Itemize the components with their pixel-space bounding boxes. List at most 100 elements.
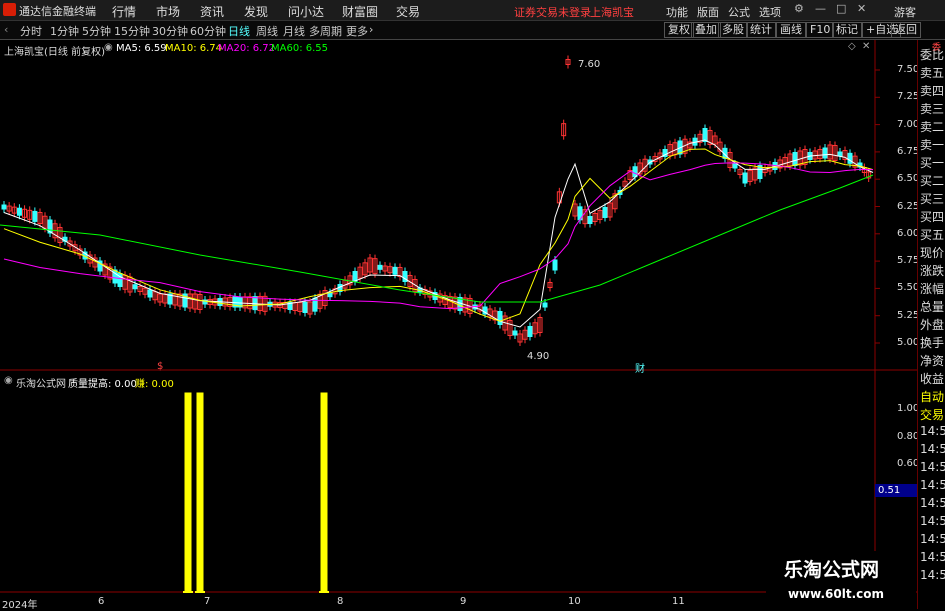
- x-label-11: 11: [672, 596, 685, 607]
- period-tab-timeshare[interactable]: 分时: [20, 23, 42, 39]
- side-item: 买一: [920, 156, 945, 170]
- side-item: 14:56: [920, 460, 945, 474]
- side-item: 买三: [920, 192, 945, 206]
- period-toolbar: ‹ 分时 1分钟 5分钟 15分钟 30分钟 60分钟 日线 周线 月线 多周期…: [0, 21, 945, 40]
- y-tick-label: 7.25: [897, 91, 920, 103]
- candle-body: [602, 207, 608, 218]
- login-status[interactable]: 证券交易未登录: [514, 4, 591, 20]
- period-tab-daily[interactable]: 日线: [228, 23, 250, 39]
- candle-body: [512, 330, 518, 336]
- watermark-title: 乐淘公式网: [784, 559, 880, 581]
- candle-body: [552, 259, 558, 271]
- x-label-6: 6: [98, 596, 105, 607]
- side-item: 委比: [920, 48, 945, 62]
- candle-body: [147, 289, 153, 298]
- side-item: 卖四: [920, 84, 945, 98]
- y-tick-label: 5.50: [897, 282, 920, 294]
- high-price-label: 7.60: [578, 59, 601, 70]
- side-item: 净资: [920, 354, 945, 368]
- overlay-button[interactable]: 叠加: [691, 22, 721, 38]
- menu-news[interactable]: 资讯: [200, 3, 224, 20]
- settings-icon[interactable]: ⚙: [794, 2, 804, 15]
- menu-layout[interactable]: 版面: [697, 4, 719, 20]
- menu-options[interactable]: 选项: [759, 4, 781, 20]
- candle-body: [302, 302, 308, 313]
- period-tab-multi[interactable]: 多周期: [309, 23, 342, 39]
- kline-chart[interactable]: [0, 40, 917, 609]
- quote-side-panel: 委 1000 委比卖五卖四卖三卖二卖一买一买二买三买四买五现价涨跌涨幅总量外盘换…: [917, 40, 945, 609]
- period-tab-more[interactable]: 更多: [346, 23, 368, 39]
- current-value-badge: 0.51: [875, 484, 920, 497]
- adjust-button[interactable]: 复权: [664, 22, 694, 38]
- draw-line-button[interactable]: 画线: [776, 22, 806, 38]
- y-tick-label: 7.50: [897, 64, 920, 75]
- event-marker-finance[interactable]: 财: [635, 360, 645, 375]
- period-tab-weekly[interactable]: 周线: [256, 23, 278, 39]
- y-tick-label: 7.00: [897, 118, 920, 130]
- signal-bar: [184, 392, 192, 593]
- menu-market[interactable]: 市场: [156, 3, 180, 20]
- y-tick-label: 6.25: [897, 200, 920, 212]
- candle-body: [587, 216, 593, 224]
- menu-bar: 通达信金融终端 行情 市场 资讯 发现 问小达 财富圈 交易 证券交易未登录 上…: [0, 0, 945, 21]
- menu-trade[interactable]: 交易: [396, 3, 420, 20]
- user-label[interactable]: 游客: [894, 4, 916, 20]
- low-price-label: 4.90: [527, 351, 550, 362]
- back-button[interactable]: 返回: [891, 22, 921, 38]
- event-marker-dollar[interactable]: $: [157, 361, 163, 372]
- chevron-right-icon[interactable]: ›: [369, 23, 373, 36]
- x-label-8: 8: [337, 596, 344, 607]
- menu-ask[interactable]: 问小达: [288, 3, 324, 20]
- period-tab-1min[interactable]: 1分钟: [50, 23, 79, 39]
- candle-body: [377, 264, 383, 270]
- menu-quotes[interactable]: 行情: [112, 3, 136, 20]
- close-icon[interactable]: ✕: [857, 2, 866, 15]
- side-item: 换手: [920, 336, 945, 350]
- watermark: 乐淘公式网 www.60lt.com: [766, 551, 916, 609]
- x-label-9: 9: [460, 596, 467, 607]
- side-item: 涨幅: [920, 282, 945, 296]
- candle-body: [527, 326, 533, 337]
- side-item[interactable]: 交易: [920, 406, 944, 423]
- side-item: 买四: [920, 210, 945, 224]
- period-tab-60min[interactable]: 60分钟: [190, 23, 226, 39]
- watermark-url: www.60lt.com: [788, 587, 885, 601]
- period-tab-monthly[interactable]: 月线: [283, 23, 305, 39]
- menu-discover[interactable]: 发现: [244, 3, 268, 20]
- candle-body: [822, 147, 828, 159]
- x-label-7: 7: [204, 596, 211, 607]
- candle-body: [742, 172, 748, 184]
- menu-function[interactable]: 功能: [666, 4, 688, 20]
- x-label-10: 10: [568, 596, 581, 607]
- period-tab-5min[interactable]: 5分钟: [82, 23, 111, 39]
- candle-body: [1, 204, 7, 210]
- side-item: 14:56: [920, 550, 945, 564]
- side-item: 14:56: [920, 424, 945, 438]
- candle-body: [792, 152, 798, 166]
- minimize-icon[interactable]: —: [815, 2, 826, 15]
- candle-body: [392, 266, 398, 275]
- period-tab-30min[interactable]: 30分钟: [152, 23, 188, 39]
- side-item: 14:56: [920, 514, 945, 528]
- side-item[interactable]: 自动: [920, 388, 944, 405]
- sub-y-tick-label: 0.80: [897, 430, 920, 442]
- side-item: 14:56: [920, 496, 945, 510]
- candle-body: [497, 311, 503, 325]
- menu-formula[interactable]: 公式: [728, 4, 750, 20]
- candle-body: [252, 296, 258, 311]
- y-tick-label: 6.75: [897, 145, 920, 157]
- mark-button[interactable]: 标记: [832, 22, 862, 38]
- period-tab-15min[interactable]: 15分钟: [114, 23, 150, 39]
- y-tick-label: 5.75: [897, 255, 920, 267]
- menu-wealth[interactable]: 财富圈: [342, 3, 378, 20]
- side-item: 买二: [920, 174, 945, 188]
- chevron-left-icon[interactable]: ‹: [4, 23, 8, 36]
- stats-button[interactable]: 统计: [746, 22, 776, 38]
- candle-body: [542, 302, 548, 308]
- sub-y-tick-label: 0.60: [897, 458, 920, 469]
- f10-button[interactable]: F10: [806, 22, 835, 38]
- multi-stock-button[interactable]: 多股: [718, 22, 748, 38]
- y-tick-label: 6.00: [897, 227, 920, 239]
- sub-y-tick-label: 1.00: [897, 403, 920, 414]
- maximize-icon[interactable]: □: [836, 2, 846, 15]
